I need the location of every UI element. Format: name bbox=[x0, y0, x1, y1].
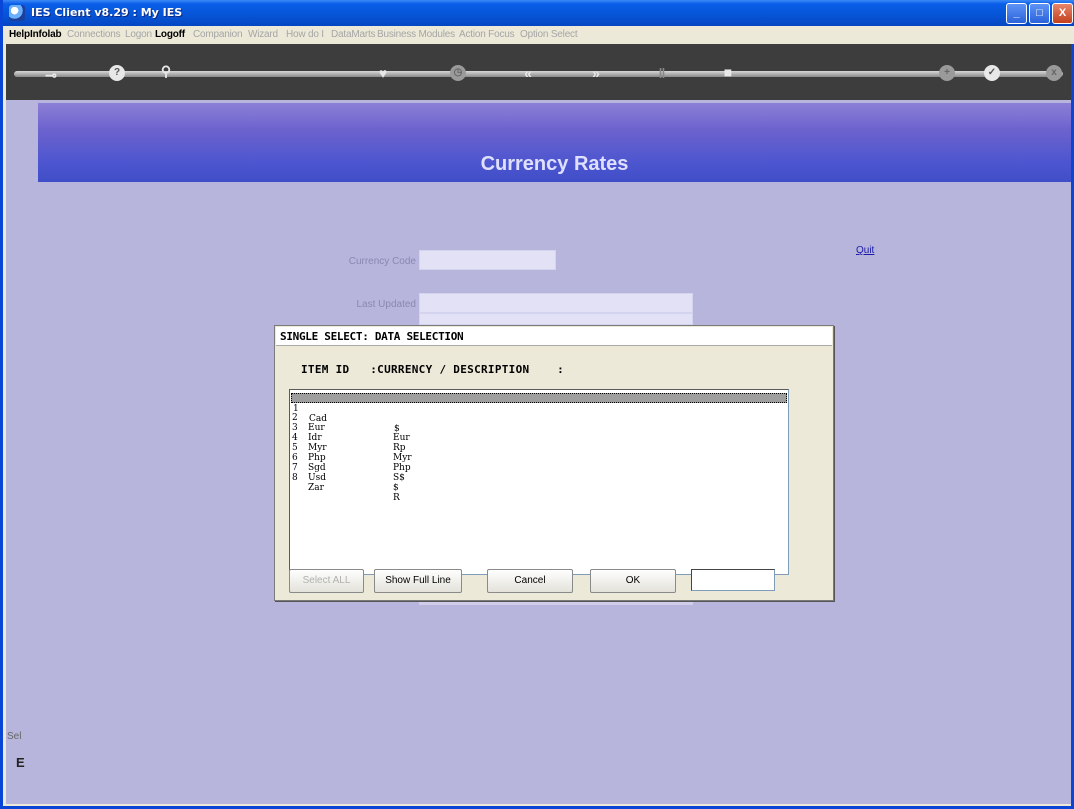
last-updated-field[interactable] bbox=[419, 293, 693, 313]
page-banner: Currency Rates bbox=[38, 103, 1071, 182]
toolbar: ⊸ ? ⚲ ♥ ◷ « » ‖ ■ + ✓ x bbox=[6, 44, 1071, 100]
list-item[interactable]: 5 Php Php bbox=[291, 433, 787, 473]
forward-icon[interactable]: » bbox=[588, 66, 604, 82]
heart-icon[interactable]: ♥ bbox=[375, 66, 391, 82]
maximize-button[interactable]: □ bbox=[1029, 3, 1050, 24]
currency-code-field[interactable] bbox=[419, 250, 556, 270]
dialog-title: SINGLE SELECT: DATA SELECTION bbox=[276, 327, 832, 346]
select-all-button[interactable]: Select ALL bbox=[289, 569, 364, 593]
search-icon[interactable]: ⚲ bbox=[158, 64, 174, 80]
list-item[interactable]: 2 Eur Eur bbox=[291, 403, 787, 443]
app-window: IES Client v8.29 : My IES _ □ X Help Inf… bbox=[0, 0, 1074, 809]
filter-input[interactable] bbox=[691, 569, 775, 591]
list-item[interactable]: 8 Zar R bbox=[291, 463, 787, 503]
cancel-icon[interactable]: x bbox=[1046, 65, 1062, 81]
item-description: R bbox=[393, 493, 400, 503]
clock-icon[interactable]: ◷ bbox=[450, 65, 466, 81]
minimize-button[interactable]: _ bbox=[1006, 3, 1027, 24]
list-item[interactable]: 7 Usd $ bbox=[291, 453, 787, 493]
menu-how-do-i[interactable]: How do I bbox=[286, 29, 324, 40]
currency-code-label: Currency Code bbox=[348, 256, 416, 267]
title-bar: IES Client v8.29 : My IES _ □ X bbox=[3, 0, 1074, 26]
stop-icon[interactable]: ■ bbox=[720, 65, 736, 81]
item-number: 8 bbox=[292, 473, 298, 483]
menu-logon[interactable]: Logon bbox=[125, 29, 152, 40]
close-button[interactable]: X bbox=[1052, 3, 1073, 24]
item-code: Zar bbox=[308, 483, 324, 493]
menu-help[interactable]: Help bbox=[9, 29, 30, 40]
back-icon[interactable]: « bbox=[520, 66, 536, 82]
list-item[interactable]: 1 Cad $ bbox=[291, 393, 787, 434]
window-title: IES Client v8.29 : My IES bbox=[31, 6, 183, 19]
menu-connections[interactable]: Connections bbox=[67, 29, 121, 40]
menu-companion[interactable]: Companion bbox=[193, 29, 243, 40]
menu-business-modules[interactable]: Business Modules bbox=[377, 29, 455, 40]
menu-action-focus[interactable]: Action Focus bbox=[459, 29, 515, 40]
menu-bar: Help Infolab Connections Logon Logoff Co… bbox=[3, 26, 1074, 44]
menu-logoff[interactable]: Logoff bbox=[155, 29, 185, 40]
list-item[interactable]: 6 Sgd S$ bbox=[291, 443, 787, 483]
menu-infolab[interactable]: Infolab bbox=[30, 29, 62, 40]
app-icon bbox=[9, 5, 25, 21]
add-icon[interactable]: + bbox=[939, 65, 955, 81]
list-item[interactable]: 4 Myr Myr bbox=[291, 423, 787, 463]
ok-button[interactable]: OK bbox=[590, 569, 676, 593]
item-description: S$ bbox=[393, 473, 405, 483]
pause-icon[interactable]: ‖ bbox=[654, 66, 670, 82]
selection-list[interactable]: 1 Cad $ 2 Eur Eur 3 Idr Rp 4 Myr Myr 5 P bbox=[289, 389, 789, 575]
list-item[interactable]: 3 Idr Rp bbox=[291, 413, 787, 453]
left-fragment-value: E bbox=[16, 755, 25, 770]
show-full-line-button[interactable]: Show Full Line bbox=[374, 569, 462, 593]
menu-datamarts[interactable]: DataMarts bbox=[331, 29, 376, 40]
page-title: Currency Rates bbox=[480, 153, 629, 175]
left-fragment-label: Sel bbox=[7, 731, 22, 742]
last-updated-label: Last Updated bbox=[356, 299, 417, 310]
item-description: $ bbox=[393, 483, 399, 493]
menu-option-select[interactable]: Option Select bbox=[520, 29, 578, 40]
quit-link[interactable]: Quit bbox=[856, 245, 874, 256]
column-header: ITEM ID :CURRENCY / DESCRIPTION : bbox=[301, 363, 565, 376]
menu-wizard[interactable]: Wizard bbox=[248, 29, 278, 40]
key-icon[interactable]: ⊸ bbox=[38, 68, 64, 84]
ok-icon[interactable]: ✓ bbox=[984, 65, 1000, 81]
data-selection-dialog: SINGLE SELECT: DATA SELECTION ITEM ID :C… bbox=[274, 325, 834, 601]
help-icon[interactable]: ? bbox=[109, 65, 125, 81]
next-field[interactable] bbox=[419, 313, 693, 325]
cancel-button[interactable]: Cancel bbox=[487, 569, 573, 593]
